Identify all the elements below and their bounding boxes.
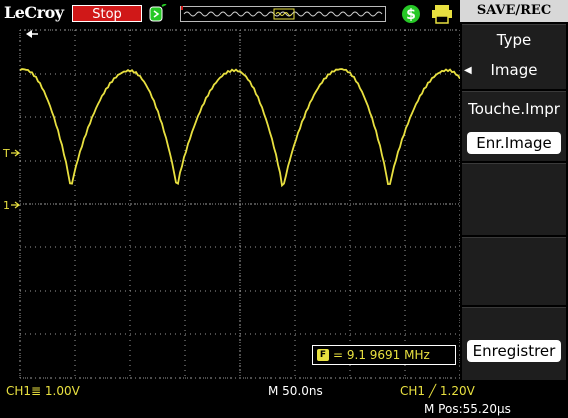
save-button[interactable]: Enregistrer (467, 340, 561, 362)
ch1-ground-marker: 1 (3, 199, 20, 212)
ch1-waveform (19, 68, 460, 188)
frequency-readout: F = 9.1 9691 MHz (312, 345, 456, 365)
menu-empty-2 (462, 237, 566, 305)
svg-text:T: T (2, 147, 10, 160)
horizontal-position: M Pos:55.20μs (424, 402, 511, 416)
svg-text:1: 1 (3, 199, 10, 212)
type-value: Image (490, 61, 538, 79)
type-label: Type (496, 31, 532, 49)
waveform-display: T 1 (2, 29, 460, 379)
svg-text:$: $ (406, 7, 416, 23)
trigger-level-marker: T (2, 147, 20, 160)
print-key-value: Enr.Image (467, 132, 561, 154)
status-bar: CH1≣ 1.00V M 50.0ns CH1 ╱ 1.20V M Pos:55… (0, 380, 511, 418)
time-base: M 50.0ns (268, 384, 323, 398)
trigger-info: CH1 ╱ 1.20V (400, 384, 475, 398)
trigger-position-marker (26, 30, 38, 38)
save-rec-menu: SAVE/REC Type ◀ Image Touche.Impr Enr.Im… (460, 0, 568, 418)
menu-type[interactable]: Type ◀ Image (462, 24, 566, 89)
top-bar: LeCroy Stop $ (0, 0, 460, 26)
brand-logo: LeCroy (4, 3, 64, 22)
print-key-label: Touche.Impr (468, 100, 560, 118)
frequency-value: = 9.1 9691 MHz (333, 348, 430, 362)
ch1-scale: CH1≣ 1.00V (6, 384, 80, 398)
dollar-icon: $ (402, 5, 420, 23)
memory-bar-icon (180, 6, 386, 22)
trigger-icon (149, 4, 167, 22)
menu-empty-1 (462, 163, 566, 235)
run-stop-status[interactable]: Stop (72, 5, 142, 22)
menu-title: SAVE/REC (460, 0, 568, 22)
printer-icon (432, 5, 452, 24)
graticule (19, 29, 460, 379)
menu-print-key[interactable]: Touche.Impr Enr.Image (462, 91, 566, 161)
menu-save[interactable]: Enregistrer (462, 307, 566, 380)
frequency-icon: F (317, 349, 329, 361)
